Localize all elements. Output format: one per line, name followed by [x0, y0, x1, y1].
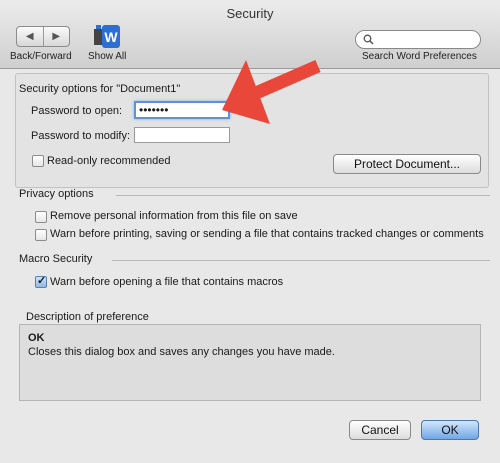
privacy-divider — [116, 195, 490, 196]
search-field[interactable] — [355, 30, 481, 49]
security-preferences-window: Security ◀ ▶ Back/Forward W Show All Sea… — [0, 0, 500, 463]
ok-button[interactable]: OK — [421, 420, 479, 440]
macro-section-title: Macro Security — [19, 253, 93, 265]
password-open-label: Password to open: — [31, 105, 123, 117]
forward-icon[interactable]: ▶ — [42, 27, 70, 46]
titlebar-toolbar: Security ◀ ▶ Back/Forward W Show All Sea… — [0, 0, 500, 69]
macro-checkbox-warn[interactable]: ✓ — [35, 275, 47, 288]
password-modify-field[interactable] — [134, 127, 230, 143]
back-icon[interactable]: ◀ — [17, 27, 43, 46]
macro-divider — [112, 260, 490, 261]
window-title: Security — [226, 6, 274, 21]
description-box: OK Closes this dialog box and saves any … — [19, 324, 481, 401]
privacy-checkbox-remove-info[interactable] — [35, 211, 47, 223]
show-all-icon[interactable]: W — [93, 24, 121, 50]
description-heading: OK — [28, 332, 45, 344]
svg-text:W: W — [104, 29, 118, 45]
cancel-button[interactable]: Cancel — [349, 420, 411, 440]
privacy-section-title: Privacy options — [19, 188, 94, 200]
dialog-body: Security options for "Document1" Passwor… — [10, 69, 490, 463]
security-section-title: Security options for "Document1" — [19, 83, 181, 95]
privacy-label-remove-info: Remove personal information from this fi… — [50, 210, 298, 222]
back-forward-control[interactable]: ◀ ▶ — [16, 26, 70, 47]
back-forward-label: Back/Forward — [10, 51, 72, 62]
search-caption: Search Word Preferences — [362, 51, 477, 62]
readonly-checkbox[interactable] — [32, 155, 44, 167]
privacy-checkbox-warn-tracked[interactable] — [35, 229, 47, 241]
password-open-field[interactable]: ••••••• — [134, 101, 230, 119]
macro-label-warn: Warn before opening a file that contains… — [50, 276, 284, 288]
search-icon — [363, 34, 374, 45]
description-section-title: Description of preference — [26, 311, 149, 323]
description-text: Closes this dialog box and saves any cha… — [28, 346, 335, 358]
password-modify-label: Password to modify: — [31, 130, 131, 142]
show-all-label: Show All — [88, 51, 127, 62]
protect-document-button[interactable]: Protect Document... — [333, 154, 481, 174]
privacy-label-warn-tracked: Warn before printing, saving or sending … — [50, 228, 484, 240]
readonly-label: Read-only recommended — [47, 155, 171, 167]
checkmark-icon: ✓ — [37, 275, 47, 287]
